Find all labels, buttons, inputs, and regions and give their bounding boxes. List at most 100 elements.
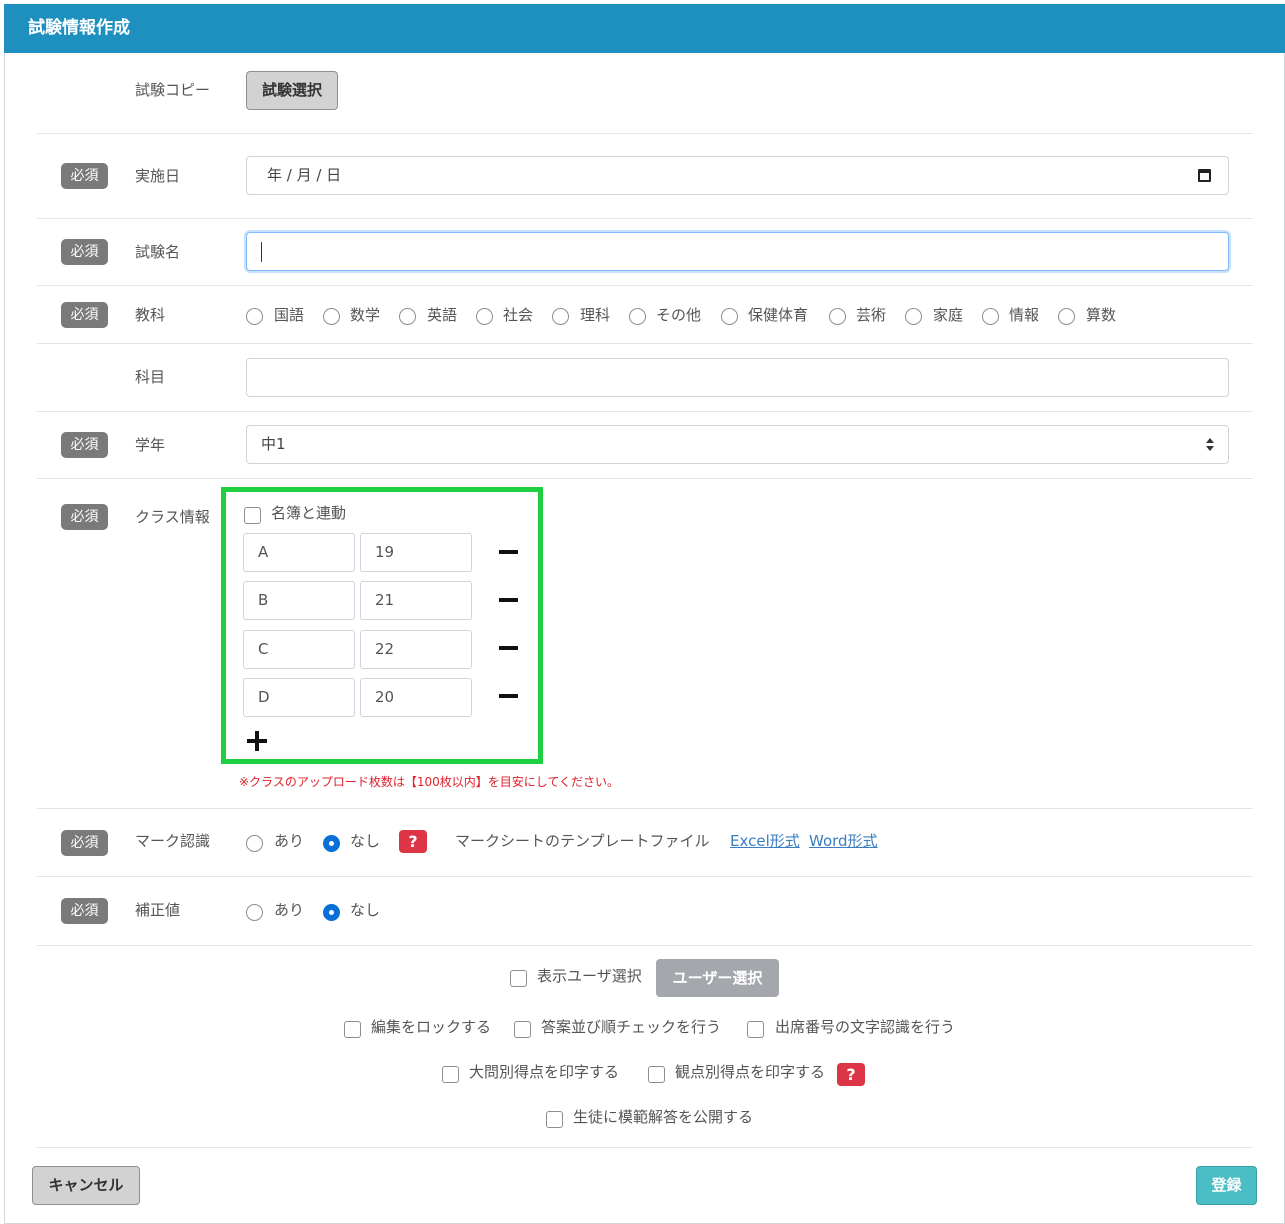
correction-no-radio[interactable] (323, 904, 340, 921)
subject-option-label: 社会 (503, 306, 534, 324)
remove-class-icon[interactable] (499, 694, 518, 698)
subject-radio-information[interactable] (982, 308, 999, 325)
cancel-button[interactable]: キャンセル (32, 1166, 140, 1205)
class-name-input[interactable]: A (243, 533, 355, 572)
subject-option-label: 国語 (274, 306, 305, 324)
copy-label: 試験コピー (135, 81, 211, 99)
display-user-checkbox[interactable] (510, 970, 527, 987)
template-file-text: マークシートのテンプレートファイル (455, 832, 710, 850)
select-arrows-icon (1206, 438, 1214, 452)
subject-radio-other[interactable] (629, 308, 646, 325)
grade-value: 中1 (261, 435, 286, 453)
divider (37, 343, 1253, 344)
class-count-input[interactable]: 19 (360, 533, 472, 572)
excel-template-link[interactable]: Excel形式 (730, 831, 800, 851)
subject-radio-english[interactable] (399, 308, 416, 325)
divider (37, 133, 1253, 134)
date-input[interactable]: 年 / 月 / 日 (246, 156, 1229, 195)
divider (37, 218, 1253, 219)
answer-order-check-label: 答案並び順チェックを行う (541, 1018, 722, 1036)
class-name-input[interactable]: C (243, 630, 355, 669)
exam-name-input[interactable] (246, 232, 1229, 271)
calendar-icon[interactable] (1198, 169, 1211, 182)
seat-number-ocr-label: 出席番号の文字認識を行う (775, 1018, 956, 1036)
mark-yes-radio[interactable] (246, 835, 263, 852)
required-badge: 必須 (61, 830, 108, 856)
select-exam-button[interactable]: 試験選択 (246, 71, 338, 110)
course-input[interactable] (246, 358, 1229, 397)
subject-option-label: 英語 (427, 306, 458, 324)
subject-radio-home-economics[interactable] (905, 308, 922, 325)
class-count-input[interactable]: 22 (360, 630, 472, 669)
divider (37, 808, 1253, 809)
subject-label: 教科 (135, 306, 166, 324)
publish-model-answer-label: 生徒に模範解答を公開する (573, 1108, 754, 1126)
class-name-input[interactable]: B (243, 581, 355, 620)
help-icon[interactable]: ? (399, 830, 427, 853)
add-class-icon[interactable] (247, 731, 267, 751)
text-caret (261, 242, 262, 262)
print-question-scores-checkbox[interactable] (442, 1066, 459, 1083)
publish-model-answer-checkbox[interactable] (546, 1111, 563, 1128)
date-placeholder: 年 / 月 / 日 (267, 166, 342, 184)
mark-yes-label: あり (274, 832, 305, 850)
class-count-input[interactable]: 20 (360, 678, 472, 717)
register-button[interactable]: 登録 (1196, 1166, 1257, 1205)
date-label: 実施日 (135, 167, 181, 185)
user-select-button[interactable]: ユーザー選択 (656, 959, 779, 997)
correction-no-label: なし (350, 901, 381, 919)
subject-radio-arts[interactable] (829, 308, 846, 325)
divider (37, 411, 1253, 412)
print-question-scores-label: 大問別得点を印字する (469, 1063, 620, 1081)
divider (37, 945, 1253, 946)
subject-radio-math[interactable] (323, 308, 340, 325)
seat-number-ocr-checkbox[interactable] (747, 1021, 764, 1038)
class-count-input[interactable]: 21 (360, 581, 472, 620)
grade-label: 学年 (135, 436, 166, 454)
lock-edit-checkbox[interactable] (344, 1021, 361, 1038)
subject-radio-health-pe[interactable] (721, 308, 738, 325)
divider (37, 285, 1253, 286)
subject-radio-science[interactable] (552, 308, 569, 325)
subject-option-label: 数学 (350, 306, 381, 324)
correction-yes-radio[interactable] (246, 904, 263, 921)
required-badge: 必須 (61, 898, 108, 924)
class-upload-note: ※クラスのアップロード枚数は【100枚以内】を目安にしてください。 (239, 775, 620, 789)
subject-radio-social[interactable] (476, 308, 493, 325)
required-badge: 必須 (61, 432, 108, 458)
subject-option-label: 情報 (1009, 306, 1040, 324)
mark-label: マーク認識 (135, 832, 211, 850)
mark-no-radio[interactable] (323, 835, 340, 852)
correction-label: 補正値 (135, 901, 181, 919)
class-info-label: クラス情報 (135, 508, 210, 526)
remove-class-icon[interactable] (499, 646, 518, 650)
lock-edit-label: 編集をロックする (371, 1018, 492, 1036)
class-info-highlight (221, 487, 543, 764)
answer-order-check-checkbox[interactable] (514, 1021, 531, 1038)
word-template-link[interactable]: Word形式 (809, 831, 878, 851)
grade-select[interactable]: 中1 (246, 425, 1229, 464)
required-badge: 必須 (61, 163, 108, 189)
class-name-input[interactable]: D (243, 678, 355, 717)
divider (37, 478, 1253, 479)
mark-no-label: なし (350, 832, 381, 850)
subject-radio-arithmetic[interactable] (1058, 308, 1075, 325)
correction-yes-label: あり (274, 901, 305, 919)
remove-class-icon[interactable] (499, 598, 518, 602)
subject-option-label: その他 (656, 306, 702, 324)
display-user-label: 表示ユーザ選択 (537, 967, 642, 985)
remove-class-icon[interactable] (499, 550, 518, 554)
link-roster-checkbox[interactable] (244, 507, 261, 524)
subject-option-label: 保健体育 (748, 306, 809, 324)
required-badge: 必須 (61, 504, 108, 530)
subject-option-label: 算数 (1086, 306, 1117, 324)
help-icon[interactable]: ? (837, 1063, 865, 1086)
subject-radio-kokugo[interactable] (246, 308, 263, 325)
print-viewpoint-scores-label: 観点別得点を印字する (675, 1063, 826, 1081)
required-badge: 必須 (61, 239, 108, 265)
print-viewpoint-scores-checkbox[interactable] (648, 1066, 665, 1083)
subject-option-label: 理科 (580, 306, 611, 324)
divider (37, 1147, 1253, 1148)
subject-option-label: 家庭 (933, 306, 964, 324)
required-badge: 必須 (61, 302, 108, 328)
